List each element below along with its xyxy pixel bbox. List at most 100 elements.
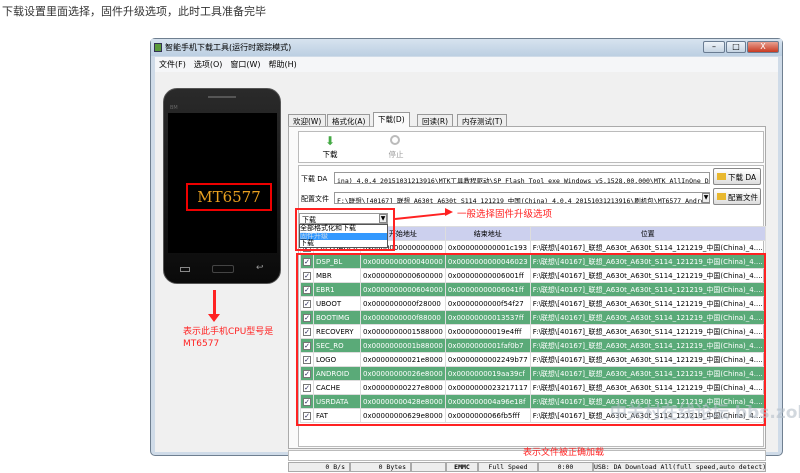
stop-button[interactable]: 停止 [385, 149, 407, 160]
file-location: F:\联想\[40167]_联想_A630t_A630t_S114_121219… [529, 338, 766, 353]
status-time: 0:00 [538, 462, 593, 472]
menu-bar: 文件(F) 选项(O) 窗口(W) 帮助(H) [155, 57, 778, 72]
phone-image: BM MT6577 ↩ [163, 88, 281, 284]
download-button[interactable]: 下载 [319, 149, 341, 160]
minimize-button[interactable]: – [703, 41, 725, 53]
checkbox[interactable]: ✓ [303, 355, 311, 364]
folder-icon [717, 193, 726, 200]
file-location: F:\联想\[40167]_联想_A630t_A630t_S114_121219… [529, 282, 766, 297]
folder-icon [717, 173, 726, 180]
checkbox[interactable]: ✓ [303, 327, 311, 336]
start-address: 0x0000000000040000 [360, 254, 446, 269]
app-window: 智能手机下载工具(运行时跟踪模式) – □ X 文件(F) 选项(O) 窗口(W) 帮… [150, 38, 783, 472]
end-address: 0x00000000006001ff [444, 268, 531, 283]
tab-format[interactable]: 格式化(A) [327, 114, 371, 126]
phone-screen: MT6577 [168, 113, 277, 253]
scatter-button[interactable]: 配置文件 [713, 188, 761, 205]
file-location: F:\联想\[40167]_联想_A630t_A630t_S114_121219… [529, 240, 766, 255]
file-location: F:\联想\[40167]_联想_A630t_A630t_S114_121219… [529, 352, 766, 367]
row-checkbox[interactable]: ✓ [300, 338, 314, 353]
row-checkbox[interactable]: ✓ [300, 408, 314, 423]
watermark: 中关村在线论坛 bbs.zol.com.cn [610, 403, 800, 423]
checkbox[interactable]: ✓ [303, 369, 311, 378]
file-location: F:\联想\[40167]_联想_A630t_A630t_S114_121219… [529, 254, 766, 269]
start-address: 0x0000000000f28000 [360, 296, 446, 311]
status-bar: 0 B/s 0 Bytes EMMC Full Speed 0:00 USB: … [288, 462, 766, 473]
tab-memory-test[interactable]: 内存测试(T) [457, 114, 508, 126]
end-address: 0x0000000023217117 [444, 380, 531, 395]
checkbox[interactable]: ✓ [303, 383, 311, 392]
start-address: 0x00000000227e8000 [360, 380, 446, 395]
end-address: 0x0000000019aa39cf [444, 366, 531, 381]
download-arrow-icon[interactable]: ⬇ [320, 135, 340, 147]
end-address: 0x000000004a96e18f [444, 394, 531, 409]
file-location: F:\联想\[40167]_联想_A630t_A630t_S114_121219… [529, 310, 766, 325]
menu-options[interactable]: 选项(O) [194, 59, 223, 70]
table-row[interactable]: ✓ SEC_RO 0x0000000001b88000 0x0000000001… [300, 338, 766, 353]
row-checkbox[interactable]: ✓ [300, 380, 314, 395]
row-checkbox[interactable]: ✓ [300, 366, 314, 381]
col-end[interactable]: 结束地址 [444, 226, 531, 241]
table-row[interactable]: ✓ UBOOT 0x0000000000f28000 0x0000000000f… [300, 296, 766, 311]
table-row[interactable]: ✓ CACHE 0x00000000227e8000 0x00000000232… [300, 380, 766, 395]
start-address: 0x0000000000f88000 [360, 310, 446, 325]
option-download[interactable]: 下载 [300, 239, 387, 248]
chevron-down-icon[interactable]: ▼ [379, 214, 387, 223]
file-location: F:\联想\[40167]_联想_A630t_A630t_S114_121219… [529, 296, 766, 311]
row-checkbox[interactable]: ✓ [300, 394, 314, 409]
checkbox[interactable]: ✓ [303, 411, 311, 420]
maximize-button[interactable]: □ [726, 41, 746, 53]
start-address: 0x0000000001b88000 [360, 338, 446, 353]
row-checkbox[interactable]: ✓ [300, 352, 314, 367]
file-location: F:\联想\[40167]_联想_A630t_A630t_S114_121219… [529, 324, 766, 339]
col-location[interactable]: 位置 [529, 226, 766, 241]
tab-readback[interactable]: 回读(R) [417, 114, 454, 126]
row-checkbox[interactable]: ✓ [300, 254, 314, 269]
partition-name: EBR1 [312, 282, 362, 297]
mode-select[interactable]: 下载 [299, 213, 388, 224]
partition-name: FAT [312, 408, 362, 423]
chevron-down-icon[interactable]: ▼ [702, 193, 710, 203]
checkbox[interactable]: ✓ [303, 397, 311, 406]
table-row[interactable]: ✓ RECOVERY 0x0000000001588000 0x00000000… [300, 324, 766, 339]
checkbox[interactable]: ✓ [303, 257, 311, 266]
file-location: F:\联想\[40167]_联想_A630t_A630t_S114_121219… [529, 380, 766, 395]
file-location: F:\联想\[40167]_联想_A630t_A630t_S114_121219… [529, 268, 766, 283]
row-checkbox[interactable]: ✓ [300, 310, 314, 325]
end-address: 0x0000000066fb5fff [444, 408, 531, 423]
menu-file[interactable]: 文件(F) [159, 59, 186, 70]
row-checkbox[interactable]: ✓ [300, 324, 314, 339]
table-row[interactable]: ✓ EBR1 0x0000000000604000 0x000000000060… [300, 282, 766, 297]
table-row[interactable]: ✓ ANDROID 0x00000000026e8000 0x000000001… [300, 366, 766, 381]
end-address: 0x0000000000046023 [444, 254, 531, 269]
stop-icon[interactable] [390, 135, 400, 145]
table-row[interactable]: ✓ DSP_BL 0x0000000000040000 0x0000000000… [300, 254, 766, 269]
checkbox[interactable]: ✓ [303, 285, 311, 294]
da-button[interactable]: 下载 DA [713, 168, 761, 185]
mode-arrow-head [445, 208, 453, 216]
table-row[interactable]: ✓ BOOTIMG 0x0000000000f88000 0x000000000… [300, 310, 766, 325]
status-blank [411, 462, 446, 472]
start-address: 0x00000000026e8000 [360, 366, 446, 381]
da-path-input[interactable]: ina)_4.0.4_20151031213916\MTK工具教程驱动\SP_F… [334, 172, 710, 184]
scatter-label: 配置文件 [301, 195, 329, 203]
partition-name: SEC_RO [312, 338, 362, 353]
checkbox[interactable]: ✓ [303, 341, 311, 350]
checkbox[interactable]: ✓ [303, 271, 311, 280]
row-checkbox[interactable]: ✓ [300, 268, 314, 283]
tab-welcome[interactable]: 欢迎(W) [288, 114, 327, 126]
checkbox[interactable]: ✓ [303, 299, 311, 308]
checkbox[interactable]: ✓ [303, 313, 311, 322]
menu-help[interactable]: 帮助(H) [269, 59, 297, 70]
menu-window[interactable]: 窗口(W) [230, 59, 260, 70]
table-row[interactable]: ✓ LOGO 0x00000000021e8000 0x000000000224… [300, 352, 766, 367]
scatter-path-select[interactable]: F:\联想\[40167]_联想_A630t_A630t_S114_121219… [334, 192, 710, 204]
partition-name: ANDROID [312, 366, 362, 381]
row-checkbox[interactable]: ✓ [300, 282, 314, 297]
row-checkbox[interactable]: ✓ [300, 296, 314, 311]
back-key-icon: ↩ [256, 263, 264, 273]
start-address: 0x0000000000604000 [360, 282, 446, 297]
table-row[interactable]: ✓ MBR 0x0000000000600000 0x0000000000600… [300, 268, 766, 283]
close-button[interactable]: X [747, 41, 779, 53]
tab-download[interactable]: 下载(D) [373, 112, 410, 127]
